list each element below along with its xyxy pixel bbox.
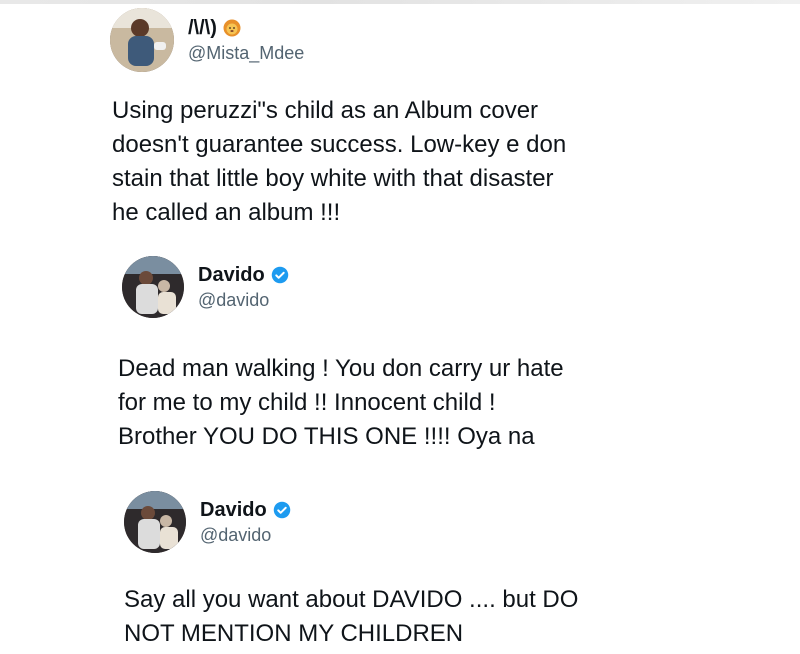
avatar-photo [124,491,186,553]
avatar[interactable] [124,491,186,553]
display-name-row: Davido [198,263,289,287]
tweet-header: Davido @davido [124,491,291,553]
tweet-header: /\/\) @Mista_Mdee [110,8,304,72]
author-names: Davido @davido [198,263,289,311]
tweet-mista-mdee[interactable]: /\/\) @Mista_Mdee Using peruzzi"s child … [0,0,800,240]
tweet-davido-1[interactable]: Davido @davido Dead man walking ! You do… [0,240,800,475]
avatar-photo [122,256,184,318]
display-name-row: Davido [200,498,291,522]
avatar-photo [110,8,174,72]
tweet-text: Dead man walking ! You don carry ur hate… [118,355,564,450]
tweet-text: Using peruzzi"s child as an Album cover … [112,97,567,226]
tweet-davido-2[interactable]: Davido @davido Say all you want about DA… [0,475,800,654]
tweet-text: Say all you want about DAVIDO .... but D… [124,586,579,647]
verified-badge-icon [273,501,291,519]
verified-badge-icon [271,266,289,284]
user-handle[interactable]: @davido [200,524,291,546]
display-name[interactable]: Davido [200,498,267,522]
display-name[interactable]: /\/\) [188,16,217,40]
author-names: /\/\) @Mista_Mdee [188,16,304,64]
display-name[interactable]: Davido [198,263,265,287]
user-handle[interactable]: @Mista_Mdee [188,42,304,64]
tweet-header: Davido @davido [122,256,289,318]
author-names: Davido @davido [200,498,291,546]
lion-emoji-icon [223,19,241,37]
user-handle[interactable]: @davido [198,289,289,311]
avatar[interactable] [122,256,184,318]
display-name-row: /\/\) [188,16,304,40]
avatar[interactable] [110,8,174,72]
